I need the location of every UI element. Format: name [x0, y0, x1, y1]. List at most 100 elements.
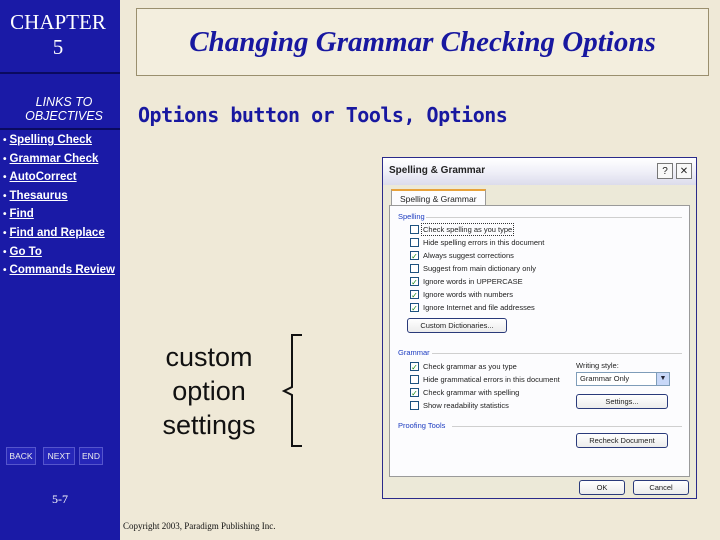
option-label: Always suggest corrections — [423, 251, 514, 260]
option-label: Check spelling as you type — [420, 223, 515, 236]
bullet-icon: • — [3, 172, 7, 184]
sidebar: CHAPTER 5 LINKS TO OBJECTIVES • Spelling … — [0, 0, 120, 540]
ok-button[interactable]: OK — [579, 480, 625, 495]
objective-item: • Thesaurus — [3, 189, 115, 208]
option-always-suggest-corrections[interactable]: ✓ Always suggest corrections — [410, 250, 514, 262]
cancel-button[interactable]: Cancel — [633, 480, 689, 495]
tab-panel: Spelling Check spelling as you type Hide… — [389, 205, 690, 477]
dialog-title: Spelling & Grammar — [389, 165, 486, 176]
option-show-readability-statistics[interactable]: Show readability statistics — [410, 400, 509, 412]
bullet-icon: • — [3, 265, 7, 277]
checkbox[interactable]: ✓ — [410, 302, 419, 313]
spelling-group-label: Spelling — [398, 212, 425, 221]
writing-style-value: Grammar Only — [580, 374, 630, 383]
tab-spelling-grammar[interactable]: Spelling & Grammar — [391, 189, 486, 206]
objective-link-find[interactable]: Find — [10, 208, 34, 220]
settings-button[interactable]: Settings... — [576, 394, 668, 409]
checkbox[interactable]: ✓ — [410, 276, 419, 287]
objective-item: • Find and Replace — [3, 226, 115, 245]
slide-title: Changing Grammar Checking Options — [189, 26, 656, 58]
option-hide-spelling-errors[interactable]: Hide spelling errors in this document — [410, 237, 544, 249]
option-hide-grammatical-errors[interactable]: Hide grammatical errors in this document — [410, 374, 560, 386]
writing-style-select[interactable]: Grammar Only ▼ — [576, 372, 670, 386]
option-label: Suggest from main dictionary only — [423, 264, 536, 273]
annotation-line: custom — [165, 342, 253, 372]
objective-link-spelling-check[interactable]: Spelling Check — [10, 134, 92, 146]
option-check-grammar-as-you-type[interactable]: ✓ Check grammar as you type — [410, 361, 517, 373]
objective-item: • Go To — [3, 245, 115, 264]
checkbox[interactable] — [410, 237, 419, 247]
option-ignore-numbers[interactable]: ✓ Ignore words with numbers — [410, 289, 513, 301]
back-button[interactable]: BACK — [6, 447, 36, 465]
checkbox[interactable] — [410, 400, 419, 410]
bullet-icon: • — [3, 135, 7, 146]
objective-item: • AutoCorrect — [3, 170, 115, 189]
divider — [0, 72, 120, 74]
option-suggest-main-dictionary[interactable]: Suggest from main dictionary only — [410, 263, 536, 275]
checkbox[interactable]: ✓ — [410, 250, 419, 261]
option-label: Ignore words in UPPERCASE — [423, 277, 523, 286]
next-button[interactable]: NEXT — [43, 447, 75, 465]
option-label: Ignore words with numbers — [423, 290, 514, 299]
divider — [452, 426, 682, 427]
option-ignore-internet-addresses[interactable]: ✓ Ignore Internet and file addresses — [410, 302, 535, 314]
option-label: Show readability statistics — [423, 401, 509, 410]
grammar-group-label: Grammar — [398, 348, 430, 357]
recheck-document-button[interactable]: Recheck Document — [576, 433, 668, 448]
page-number: 5-7 — [52, 492, 68, 506]
objective-item: • Grammar Check — [3, 152, 115, 171]
option-label: Ignore Internet and file addresses — [423, 303, 535, 312]
spelling-grammar-dialog: Spelling & Grammar ? ✕ Spelling & Gramma… — [382, 157, 697, 499]
checkbox[interactable] — [410, 374, 419, 384]
bullet-icon: • — [3, 227, 7, 239]
option-label: Check grammar with spelling — [423, 388, 520, 397]
objective-item: • Find — [3, 207, 115, 226]
copyright-text: Copyright 2003, Paradigm Publishing Inc. — [123, 521, 276, 531]
annotation-line: option — [172, 376, 246, 406]
objective-link-grammar-check[interactable]: Grammar Check — [10, 153, 99, 165]
slide-subtitle: Options button or Tools, Options — [138, 103, 508, 127]
divider — [0, 128, 120, 130]
bullet-icon: • — [3, 209, 7, 221]
option-label: Check grammar as you type — [423, 362, 517, 371]
proofing-tools-group-label: Proofing Tools — [398, 421, 446, 430]
option-ignore-uppercase[interactable]: ✓ Ignore words in UPPERCASE — [410, 276, 523, 288]
objective-item: • Commands Review — [3, 263, 115, 282]
bullet-icon: • — [3, 153, 7, 165]
objective-link-find-and-replace[interactable]: Find and Replace — [10, 227, 105, 239]
title-box: Changing Grammar Checking Options — [136, 8, 709, 76]
objective-link-autocorrect[interactable]: AutoCorrect — [10, 171, 77, 183]
custom-dictionaries-button[interactable]: Custom Dictionaries... — [407, 318, 507, 333]
checkbox[interactable]: ✓ — [410, 387, 419, 398]
close-button[interactable]: ✕ — [676, 163, 692, 179]
links-heading-line1: LINKS TO — [35, 95, 93, 109]
end-button[interactable]: END — [79, 447, 103, 465]
links-heading-line2: OBJECTIVES — [25, 109, 103, 123]
checkbox[interactable] — [410, 224, 419, 234]
divider — [426, 217, 682, 218]
brace-icon — [281, 334, 302, 447]
checkbox[interactable]: ✓ — [410, 361, 419, 372]
checkbox[interactable]: ✓ — [410, 289, 419, 300]
objective-link-go-to[interactable]: Go To — [10, 246, 42, 258]
writing-style-label: Writing style: — [576, 361, 619, 370]
chapter-heading: CHAPTER 5 — [0, 10, 116, 60]
checkbox[interactable] — [410, 263, 419, 273]
chapter-label: CHAPTER — [10, 10, 106, 34]
annotation-text: custom option settings — [150, 340, 268, 442]
help-button[interactable]: ? — [657, 163, 673, 179]
option-check-grammar-with-spelling[interactable]: ✓ Check grammar with spelling — [410, 387, 519, 399]
option-check-spelling-as-you-type[interactable]: Check spelling as you type — [410, 223, 515, 236]
annotation-line: settings — [162, 410, 256, 440]
objective-item: • Spelling Check — [3, 133, 115, 152]
links-to-objectives-heading: LINKS TO OBJECTIVES — [0, 95, 128, 123]
objective-link-thesaurus[interactable]: Thesaurus — [10, 190, 68, 202]
bullet-icon: • — [3, 246, 7, 258]
divider — [432, 353, 682, 354]
bullet-icon: • — [3, 190, 7, 202]
dialog-titlebar[interactable]: Spelling & Grammar ? ✕ — [383, 158, 696, 185]
objective-link-commands-review[interactable]: Commands Review — [10, 264, 115, 276]
option-label: Hide grammatical errors in this document — [423, 375, 560, 384]
objectives-list: • Spelling Check • Grammar Check • AutoCorr… — [3, 133, 115, 282]
chevron-down-icon[interactable]: ▼ — [656, 373, 669, 385]
